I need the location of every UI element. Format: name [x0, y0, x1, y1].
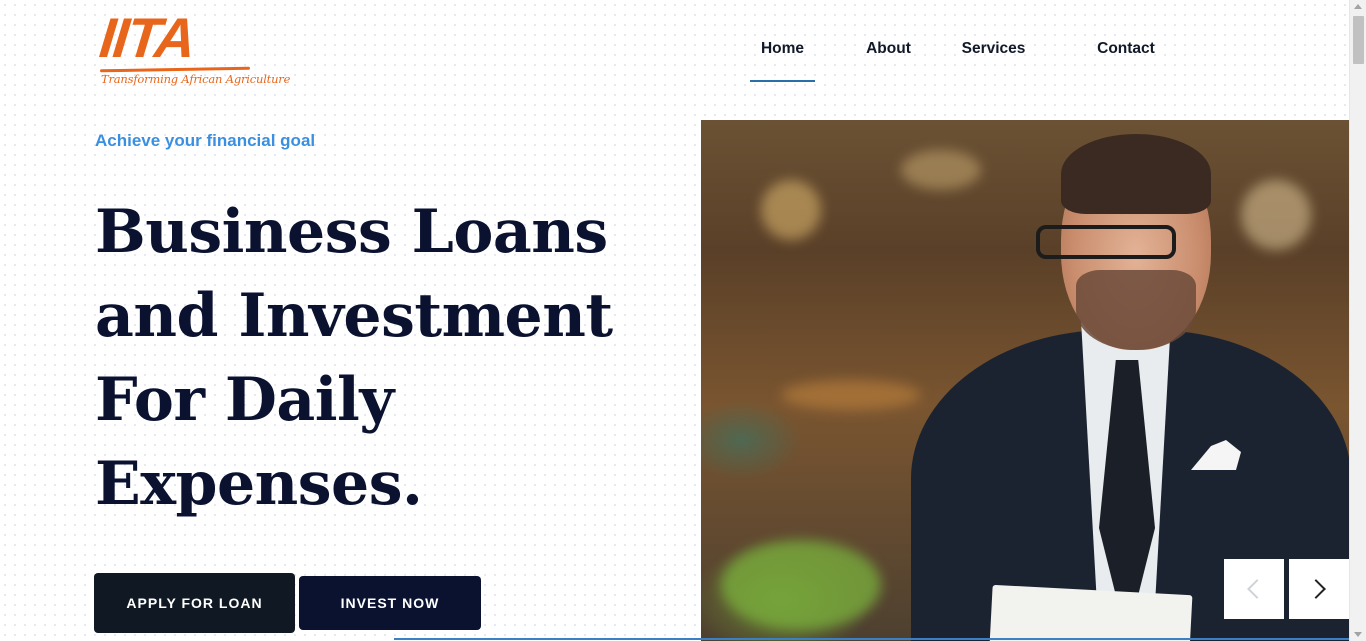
hero-headline: Business Loans and Investment For Daily … [95, 190, 655, 526]
nav-item-contact[interactable]: Contact [1092, 40, 1160, 82]
vertical-scrollbar[interactable] [1349, 0, 1366, 641]
scrollbar-thumb[interactable] [1353, 16, 1364, 64]
nav-item-services[interactable]: Services [957, 40, 1030, 82]
logo-tagline: Transforming African Agriculture [101, 72, 291, 86]
invest-now-button[interactable]: INVEST NOW [299, 576, 481, 630]
notebook [989, 584, 1193, 641]
hero-eyebrow: Achieve your financial goal [95, 131, 316, 150]
nav-item-label: Contact [1097, 40, 1155, 57]
nav-item-label: Services [961, 40, 1026, 57]
site-logo[interactable]: IITA Transforming African Agriculture [96, 6, 291, 92]
active-nav-indicator [750, 80, 815, 82]
nav-item-home[interactable]: Home [750, 40, 815, 82]
headline-line: Business Loans [95, 197, 608, 267]
headline-line: For Daily [95, 365, 394, 435]
person-hair [1061, 134, 1211, 214]
person-glasses [1036, 225, 1176, 259]
logo-mark: IITA [96, 6, 197, 69]
scroll-down-icon[interactable] [1354, 632, 1362, 637]
headline-line: and Investment [95, 281, 613, 351]
person-beard [1076, 270, 1196, 350]
apply-for-loan-button[interactable]: APPLY FOR LOAN [94, 573, 295, 633]
chevron-left-icon [1247, 579, 1267, 599]
slider-prev-button[interactable] [1224, 559, 1284, 619]
section-divider [394, 638, 1349, 640]
nav-item-about[interactable]: About [860, 40, 917, 82]
headline-line: Expenses. [95, 449, 423, 519]
nav-item-label: Home [760, 40, 805, 57]
slider-next-button[interactable] [1289, 559, 1349, 619]
main-nav: Home About Services Contact [750, 40, 1160, 82]
nav-item-label: About [866, 40, 911, 57]
chevron-right-icon [1306, 579, 1326, 599]
scroll-up-icon[interactable] [1354, 4, 1362, 9]
